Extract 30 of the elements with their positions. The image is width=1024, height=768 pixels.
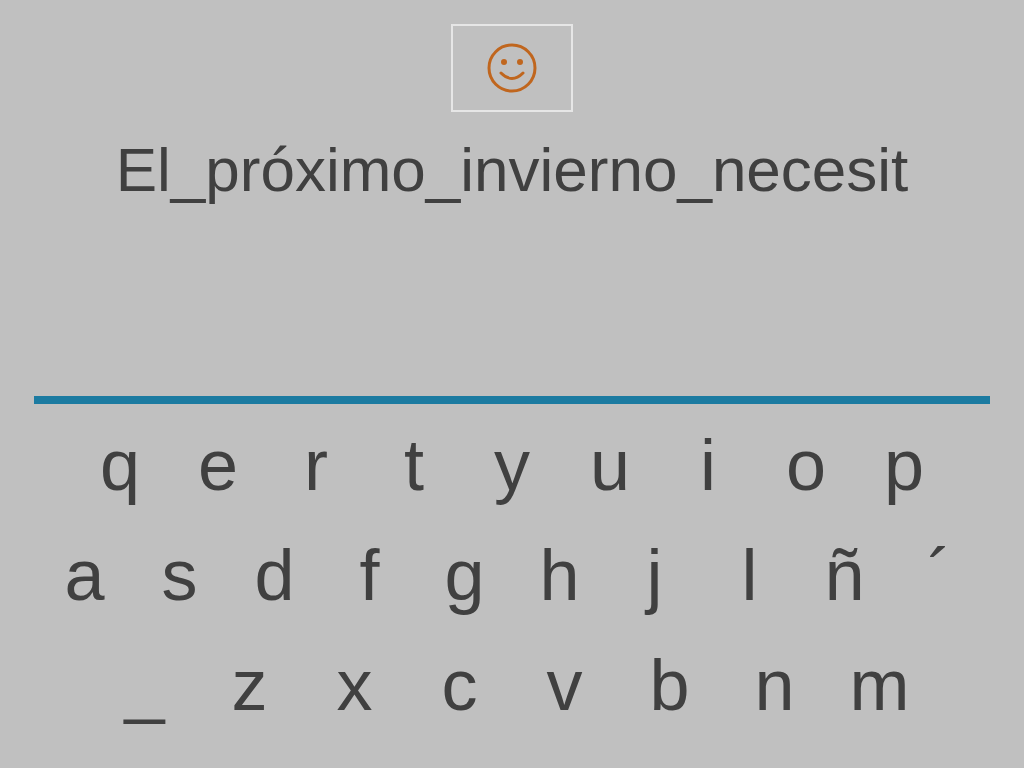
- letter-key[interactable]: _: [92, 642, 197, 728]
- letter-key[interactable]: u: [561, 422, 659, 508]
- hint-box[interactable]: [451, 24, 573, 112]
- letter-key[interactable]: c: [407, 642, 512, 728]
- smiley-icon: [486, 42, 538, 94]
- letter-key[interactable]: g: [417, 532, 512, 618]
- letter-key[interactable]: m: [827, 642, 932, 728]
- letter-key[interactable]: i: [659, 422, 757, 508]
- letter-key[interactable]: t: [365, 422, 463, 508]
- letter-key[interactable]: p: [855, 422, 953, 508]
- letter-key[interactable]: f: [322, 532, 417, 618]
- letter-key[interactable]: r: [267, 422, 365, 508]
- letter-key[interactable]: h: [512, 532, 607, 618]
- letter-key[interactable]: q: [71, 422, 169, 508]
- letter-key[interactable]: b: [617, 642, 722, 728]
- letter-key[interactable]: s: [132, 532, 227, 618]
- letter-key[interactable]: e: [169, 422, 267, 508]
- letter-key[interactable]: z: [197, 642, 302, 728]
- letter-key[interactable]: n: [722, 642, 827, 728]
- letter-key[interactable]: ñ: [797, 532, 892, 618]
- letter-key[interactable]: x: [302, 642, 407, 728]
- letter-key[interactable]: l: [702, 532, 797, 618]
- letter-key[interactable]: v: [512, 642, 617, 728]
- letter-key[interactable]: a: [37, 532, 132, 618]
- letter-key[interactable]: d: [227, 532, 322, 618]
- letter-key[interactable]: o: [757, 422, 855, 508]
- answer-text: El_próximo_invierno_necesit: [115, 134, 909, 206]
- letter-key[interactable]: j: [607, 532, 702, 618]
- letter-key[interactable]: ´: [892, 532, 987, 618]
- letter-key[interactable]: y: [463, 422, 561, 508]
